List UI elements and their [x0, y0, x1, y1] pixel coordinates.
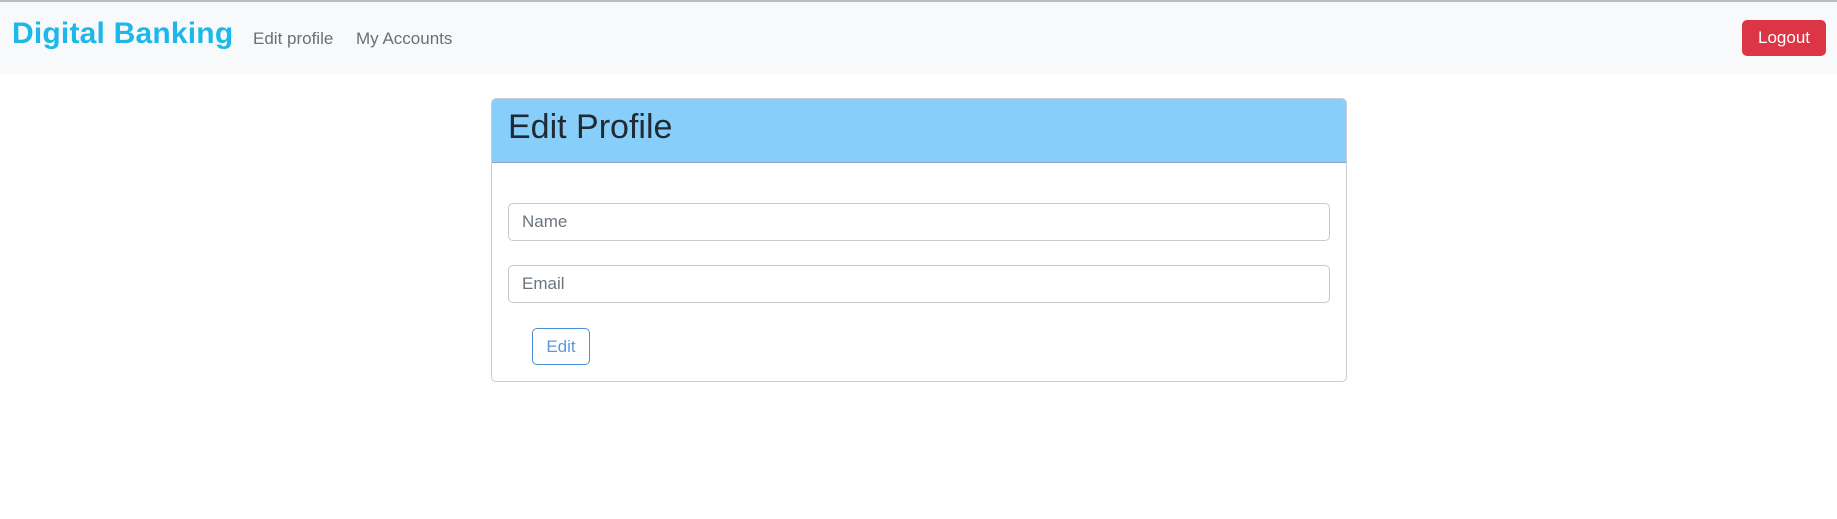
card-header: Edit Profile: [492, 99, 1346, 163]
page-title: Edit Profile: [508, 108, 673, 146]
edit-profile-card: Edit Profile Edit: [491, 98, 1347, 382]
name-field[interactable]: [508, 203, 1330, 241]
edit-button[interactable]: Edit: [532, 328, 590, 365]
email-field[interactable]: [508, 265, 1330, 303]
nav-link-edit-profile[interactable]: Edit profile: [253, 29, 333, 49]
nav-link-my-accounts[interactable]: My Accounts: [356, 29, 452, 49]
navbar: Digital Banking Edit profile My Accounts…: [0, 2, 1837, 74]
brand-logo[interactable]: Digital Banking: [12, 17, 233, 51]
logout-button[interactable]: Logout: [1742, 20, 1826, 56]
